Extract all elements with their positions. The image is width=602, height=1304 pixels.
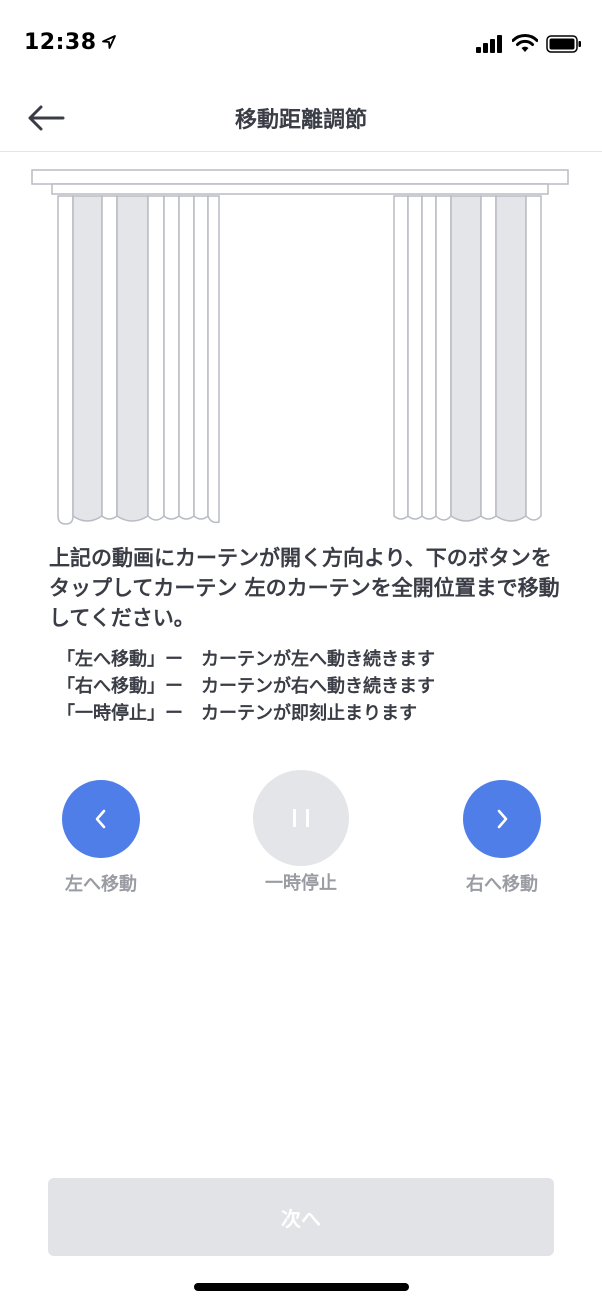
- curtain-right-panel: [393, 195, 542, 522]
- status-indicators: [476, 34, 582, 53]
- legend-item-pause: 「一時停止」ー カーテンが即刻止まります: [57, 703, 417, 724]
- next-button[interactable]: 次へ: [48, 1178, 554, 1256]
- chevron-left-icon: [95, 809, 106, 829]
- legend-item-right: 「右へ移動」ー カーテンが右へ動き続きます: [57, 676, 435, 697]
- move-left-button[interactable]: [62, 780, 140, 858]
- location-arrow-icon: [102, 35, 116, 49]
- curtain-left-panel: [57, 195, 220, 525]
- button-legend: 「左へ移動」ー カーテンが左へ動き続きます 「右へ移動」ー カーテンが右へ動き続…: [57, 646, 577, 727]
- page-title: 移動距離調節: [234, 108, 367, 133]
- wifi-icon: [512, 34, 538, 52]
- pause-button[interactable]: [253, 770, 349, 866]
- status-time: 12:38: [24, 30, 97, 55]
- curtain-rail-top: [31, 169, 569, 185]
- home-indicator: [194, 1283, 409, 1291]
- move-left-label: 左へ移動: [65, 874, 137, 895]
- curtain-rail-bottom: [51, 183, 549, 195]
- status-bar: 12:38: [0, 0, 602, 88]
- move-right-label: 右へ移動: [466, 874, 538, 895]
- pause-label: 一時停止: [265, 873, 337, 894]
- pause-icon: [293, 809, 309, 827]
- cellular-signal-icon: [476, 34, 502, 53]
- pause-control: 一時停止: [242, 770, 360, 895]
- nav-bar: 移動距離調節: [0, 88, 602, 152]
- move-left-control: 左へ移動: [48, 780, 154, 896]
- curtain-illustration: [31, 169, 569, 525]
- instruction-text: 上記の動画にカーテンが開く方向より、下のボタンをタップしてカーテン 左のカーテン…: [49, 546, 560, 630]
- move-right-control: 右へ移動: [449, 780, 555, 896]
- legend-item-left: 「左へ移動」ー カーテンが左へ動き続きます: [57, 649, 435, 670]
- battery-icon: [546, 34, 581, 53]
- move-right-button[interactable]: [463, 780, 541, 858]
- chevron-right-icon: [497, 809, 508, 829]
